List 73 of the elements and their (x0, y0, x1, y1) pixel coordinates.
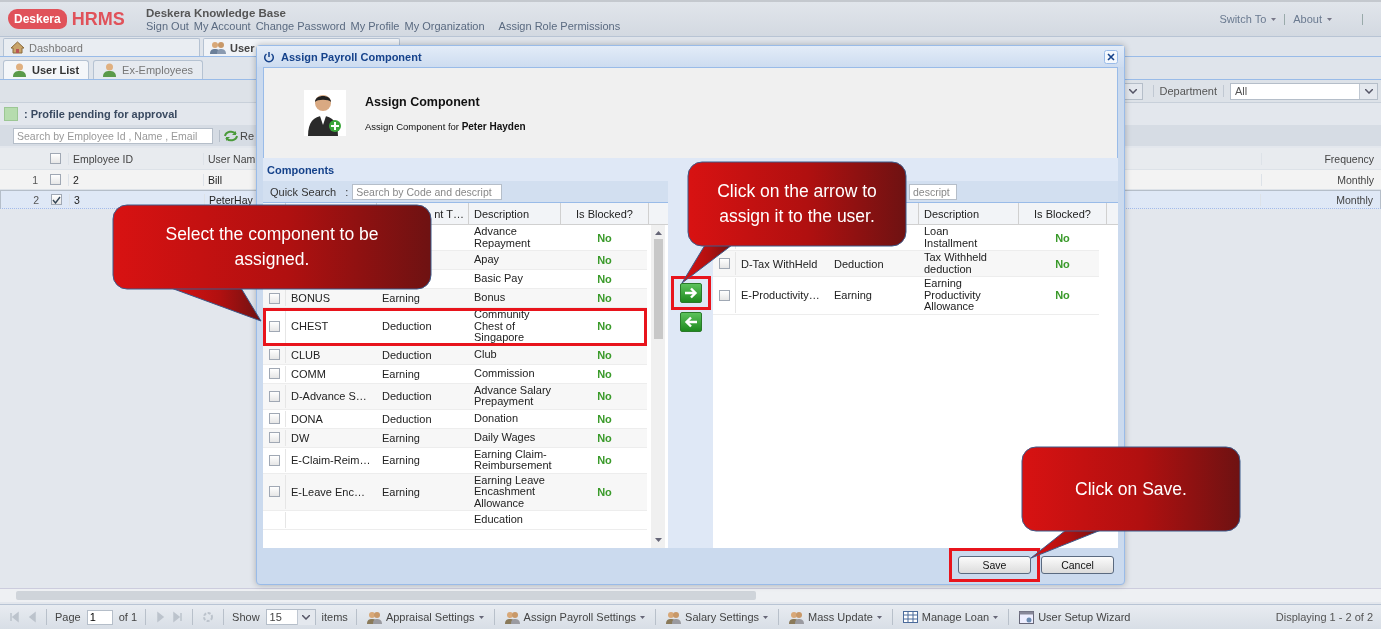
grid-cell: E-Claim-Reim… (291, 454, 371, 466)
table-cell: 2 (68, 173, 203, 186)
grid-cell-text: Basic Pay (474, 273, 524, 285)
grid-cell: BONUS (291, 292, 331, 304)
grid-cell: Advance Salary Prepayment (474, 384, 552, 408)
grid-cell: Earning (382, 431, 420, 444)
grid-cell-text: Community Chest of Singapore (474, 309, 531, 344)
logo-brand: Deskera (8, 9, 67, 29)
grid-cell: Earning (382, 485, 420, 498)
grid-cell: Deduction (382, 348, 432, 361)
grid-cell-text: Donation (474, 412, 520, 425)
grid-cell: Earning (382, 292, 420, 304)
status-text: No (597, 485, 612, 498)
grid-cell-text: Tax Withheld deduction (924, 252, 988, 275)
grid-cell: Deduction (382, 412, 432, 425)
grid-cell: Earning (834, 289, 872, 302)
page-label: Page (55, 611, 81, 623)
grid-cell-text: Earning Leave Encashment Allowance (474, 474, 546, 509)
grid-cell: D-Tax WithHeld (741, 257, 818, 270)
grid-cell-text: Loan Installment (924, 226, 979, 249)
status-text: No (597, 412, 612, 425)
status-text: No (597, 454, 612, 466)
grid-cell-text: Advance Repayment (474, 226, 532, 249)
grid-cell-text: Commission (474, 367, 536, 380)
status-text: No (597, 292, 612, 304)
grid-cell: COMM (291, 367, 326, 380)
grid-cell: Deduction (382, 320, 432, 333)
grid-cell-text: Apay (474, 254, 501, 266)
grid-cell-text: Education (474, 514, 524, 526)
row-number: 2 (32, 193, 40, 206)
grid-cell: E-Productivity… (741, 289, 820, 302)
grid-cell: Deduction (834, 257, 884, 270)
grid-cell: CHEST (291, 320, 329, 333)
department-label: Department (1152, 85, 1224, 97)
site-title: Deskera Knowledge Base (146, 6, 287, 19)
grid-cell: E-Leave Enc… (291, 485, 365, 498)
status-text: No (597, 231, 612, 244)
table-cell: Monthly (1261, 173, 1381, 186)
grid-cell-text: Daily Wages (474, 431, 537, 444)
page-count: of 1 (118, 611, 138, 623)
row-number: 1 (31, 173, 39, 186)
status-text: No (597, 390, 612, 402)
callout-tooltip: Click on Save. (1021, 446, 1241, 560)
grid-cell: Earning (382, 367, 420, 380)
grid-cell: Earning (382, 454, 420, 466)
grid-cell: D-Advance S… (291, 390, 367, 402)
grid-cell: DONA (291, 412, 323, 425)
table-cell: Monthly (1260, 193, 1380, 206)
grid-cell-text: Bonus (474, 292, 507, 304)
legend-label: : Profile pending for approval (24, 108, 178, 120)
panel-title: Components (267, 163, 335, 176)
status-text: No (1055, 289, 1070, 302)
grid-cell: CLUB (291, 348, 321, 361)
status-text: No (597, 431, 612, 444)
status-text: No (597, 367, 612, 380)
status-text: No (597, 320, 612, 333)
show-label: Show (232, 611, 260, 623)
grid-cell-text: Earning Productivity Allowance (924, 278, 982, 313)
logo-product: HRMS (71, 8, 125, 30)
dialog-heading: Assign Component (365, 94, 481, 109)
status-text: No (597, 348, 612, 361)
grid-cell: Deduction (382, 390, 432, 402)
grid-cell-text: Club (474, 348, 498, 361)
grid-cell: DW (291, 431, 310, 444)
dialog-subheading: Assign Component for Peter Hayden (365, 120, 526, 132)
dialog-title: Assign Payroll Component (281, 50, 422, 63)
status-text: No (1055, 257, 1070, 270)
items-label: items (321, 611, 348, 623)
grid-cell: Earning Claim-Reimbursement (474, 448, 552, 472)
status-text: No (597, 273, 612, 285)
paging-summary: Displaying 1 - 2 of 2 (1275, 611, 1373, 623)
status-text: No (597, 254, 612, 266)
status-text: No (1055, 231, 1070, 244)
